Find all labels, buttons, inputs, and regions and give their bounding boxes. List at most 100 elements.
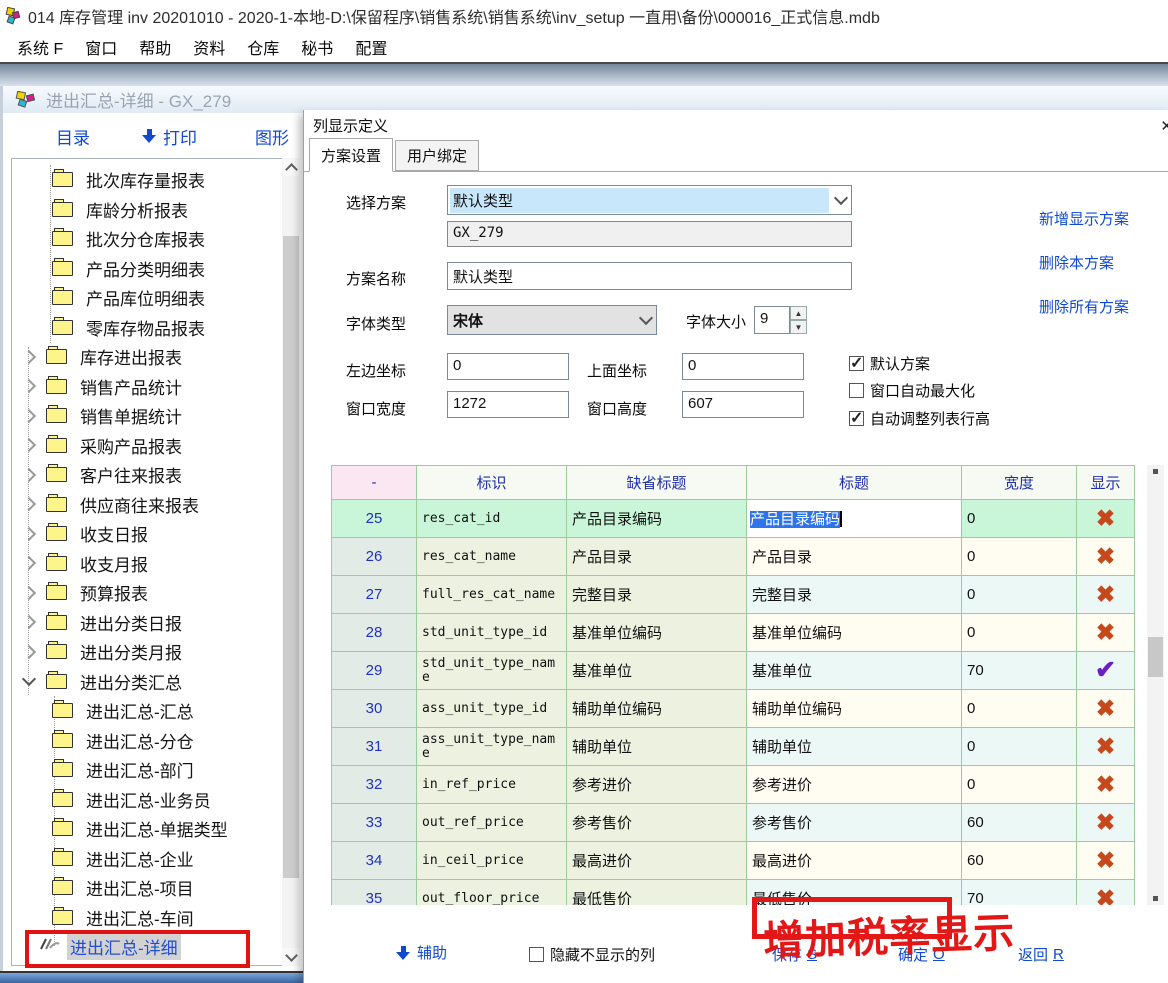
tree-scrollbar[interactable]: [282, 158, 300, 966]
menu-item[interactable]: 资料: [182, 35, 236, 59]
table-scrollbar-thumb[interactable]: [1148, 637, 1163, 677]
visibility-cell[interactable]: ✖: [1077, 728, 1135, 766]
width-cell[interactable]: 0: [962, 690, 1077, 728]
field-id-cell[interactable]: in_ref_price: [417, 766, 567, 804]
tree-item[interactable]: 预算报表: [12, 578, 282, 608]
hidden-x-icon[interactable]: ✖: [1096, 847, 1115, 873]
table-row[interactable]: 26res_cat_name产品目录产品目录0✖: [332, 538, 1135, 576]
print-button[interactable]: 打印: [142, 124, 197, 149]
table-row[interactable]: 28std_unit_type_id基准单位编码基准单位编码0✖: [332, 614, 1135, 652]
hidden-x-icon[interactable]: ✖: [1096, 543, 1115, 569]
tree-item[interactable]: 进出汇总-部门: [12, 755, 282, 785]
catalog-button[interactable]: 目录: [56, 124, 90, 149]
delete-all-schemes-link[interactable]: 删除所有方案: [1039, 296, 1129, 317]
visibility-cell[interactable]: ✖: [1077, 538, 1135, 576]
left-coord-input[interactable]: 0: [447, 353, 569, 380]
table-row[interactable]: 27full_res_cat_name完整目录完整目录0✖: [332, 576, 1135, 614]
default-title-cell[interactable]: 参考进价: [567, 766, 747, 804]
field-id-cell[interactable]: ass_unit_type_name: [417, 728, 567, 766]
chevron-closed-icon[interactable]: [22, 350, 36, 364]
title-cell[interactable]: 产品目录: [747, 538, 962, 576]
table-scrollbar[interactable]: [1147, 465, 1164, 905]
title-cell[interactable]: 参考进价: [747, 766, 962, 804]
row-number-cell[interactable]: 28: [332, 614, 417, 652]
tree-item[interactable]: 批次库存量报表: [12, 165, 282, 195]
menu-item[interactable]: 帮助: [128, 35, 182, 59]
row-number-cell[interactable]: 34: [332, 842, 417, 880]
table-row[interactable]: 34in_ceil_price最高进价最高进价60✖: [332, 842, 1135, 880]
tree-item[interactable]: 进出汇总-车间: [12, 903, 282, 933]
graph-button[interactable]: 图形: [255, 124, 289, 149]
aux-button[interactable]: 辅助: [396, 942, 447, 963]
tree-item[interactable]: 收支日报: [12, 519, 282, 549]
tree-item[interactable]: 库存进出报表: [12, 342, 282, 372]
menu-item[interactable]: 仓库: [236, 35, 290, 59]
row-number-cell[interactable]: 31: [332, 728, 417, 766]
menu-item[interactable]: 系统 F: [6, 35, 74, 59]
add-scheme-link[interactable]: 新增显示方案: [1039, 208, 1129, 229]
tree-item[interactable]: 库龄分析报表: [12, 195, 282, 225]
title-cell[interactable]: 辅助单位编码: [747, 690, 962, 728]
chevron-open-icon[interactable]: [22, 672, 36, 686]
default-title-cell[interactable]: 参考售价: [567, 804, 747, 842]
chevron-closed-icon[interactable]: [22, 527, 36, 541]
row-number-cell[interactable]: 29: [332, 652, 417, 690]
default-title-cell[interactable]: 产品目录编码: [567, 500, 747, 538]
chevron-closed-icon[interactable]: [22, 438, 36, 452]
font-size-stepper[interactable]: ▲ ▼: [790, 306, 807, 334]
column-header[interactable]: 显示: [1077, 466, 1135, 500]
visibility-cell[interactable]: ✖: [1077, 766, 1135, 804]
table-row[interactable]: 29std_unit_type_name基准单位基准单位70✔: [332, 652, 1135, 690]
visibility-cell[interactable]: ✖: [1077, 576, 1135, 614]
tree-item[interactable]: 进出汇总-单据类型: [12, 814, 282, 844]
menu-item[interactable]: 配置: [344, 35, 398, 59]
chevron-closed-icon[interactable]: [22, 379, 36, 393]
width-cell[interactable]: 0: [962, 576, 1077, 614]
menu-item[interactable]: 秘书: [290, 35, 344, 59]
field-id-cell[interactable]: full_res_cat_name: [417, 576, 567, 614]
default-title-cell[interactable]: 辅助单位: [567, 728, 747, 766]
default-title-cell[interactable]: 最高进价: [567, 842, 747, 880]
tree-item[interactable]: 产品库位明细表: [12, 283, 282, 313]
tree-item[interactable]: 客户往来报表: [12, 460, 282, 490]
table-row[interactable]: 25res_cat_id产品目录编码产品目录编码0✖: [332, 500, 1135, 538]
table-row[interactable]: 33out_ref_price参考售价参考售价60✖: [332, 804, 1135, 842]
tree-item[interactable]: 进出分类日报: [12, 608, 282, 638]
table-row[interactable]: 31ass_unit_type_name辅助单位辅助单位0✖: [332, 728, 1135, 766]
title-cell[interactable]: 完整目录: [747, 576, 962, 614]
hidden-x-icon[interactable]: ✖: [1096, 733, 1115, 759]
width-cell[interactable]: 60: [962, 804, 1077, 842]
visibility-cell[interactable]: ✖: [1077, 842, 1135, 880]
width-cell[interactable]: 0: [962, 728, 1077, 766]
visibility-cell[interactable]: ✖: [1077, 690, 1135, 728]
auto-maximize-checkbox[interactable]: 窗口自动最大化: [849, 380, 975, 401]
row-number-cell[interactable]: 27: [332, 576, 417, 614]
table-row[interactable]: 32in_ref_price参考进价参考进价0✖: [332, 766, 1135, 804]
title-cell[interactable]: 产品目录编码: [747, 500, 962, 538]
cell-editor[interactable]: 产品目录编码: [747, 500, 962, 538]
scroll-down-icon[interactable]: [282, 948, 300, 966]
tree-item[interactable]: 销售产品统计: [12, 372, 282, 402]
title-cell[interactable]: 参考售价: [747, 804, 962, 842]
title-cell[interactable]: 基准单位: [747, 652, 962, 690]
chevron-closed-icon[interactable]: [22, 615, 36, 629]
tree-item[interactable]: 供应商往来报表: [12, 490, 282, 520]
default-title-cell[interactable]: 最低售价: [567, 880, 747, 906]
visibility-cell[interactable]: ✖: [1077, 804, 1135, 842]
table-row[interactable]: 35out_floor_price最低售价最低售价70✖: [332, 880, 1135, 906]
delete-this-scheme-link[interactable]: 删除本方案: [1039, 252, 1114, 273]
field-id-cell[interactable]: res_cat_name: [417, 538, 567, 576]
width-cell[interactable]: 0: [962, 766, 1077, 804]
field-id-cell[interactable]: res_cat_id: [417, 500, 567, 538]
hidden-x-icon[interactable]: ✖: [1096, 581, 1115, 607]
font-size-input[interactable]: 9: [754, 306, 790, 334]
row-number-cell[interactable]: 26: [332, 538, 417, 576]
window-height-input[interactable]: 607: [682, 391, 804, 418]
row-number-cell[interactable]: 30: [332, 690, 417, 728]
width-cell[interactable]: 0: [962, 614, 1077, 652]
tree-item[interactable]: 产品分类明细表: [12, 254, 282, 284]
tree-item[interactable]: 批次分仓库报表: [12, 224, 282, 254]
width-cell[interactable]: 60: [962, 842, 1077, 880]
row-number-cell[interactable]: 35: [332, 880, 417, 906]
visibility-cell[interactable]: ✖: [1077, 500, 1135, 538]
